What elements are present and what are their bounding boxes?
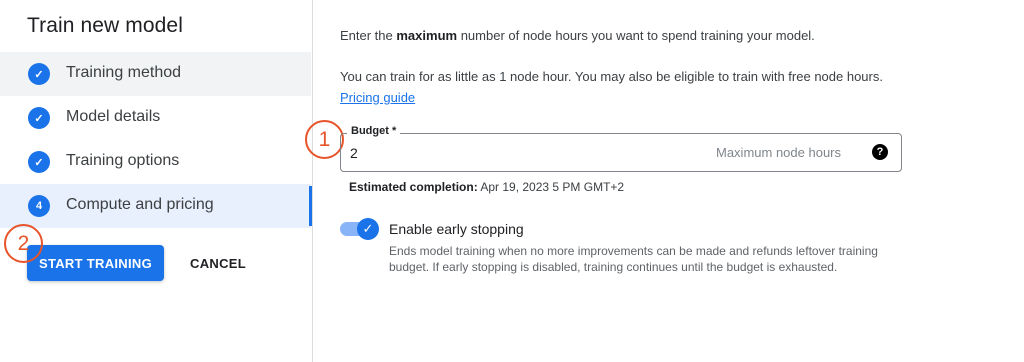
pricing-guide-link[interactable]: Pricing guide [340, 90, 415, 105]
free-hours-text: You can train for as little as 1 node ho… [340, 66, 900, 108]
start-training-button[interactable]: START TRAINING [27, 245, 164, 281]
page-title: Train new model [27, 14, 183, 37]
check-icon: ✓ [28, 107, 50, 129]
estimated-completion: Estimated completion: Apr 19, 2023 5 PM … [349, 180, 624, 194]
check-icon: ✓ [28, 151, 50, 173]
wizard-sidebar: Train new model ✓ Training method ✓ Mode… [0, 0, 313, 362]
step-label: Training method [66, 64, 182, 81]
intro-text: Enter the maximum number of node hours y… [340, 28, 815, 43]
step-label: Training options [66, 152, 180, 169]
early-stopping-title: Enable early stopping [389, 221, 524, 237]
budget-value[interactable]: 2 [350, 145, 358, 161]
intro-text-end: number of node hours you want to spend t… [457, 28, 815, 43]
step-training-method[interactable]: ✓ Training method [0, 52, 311, 96]
annotation-marker-2: 2 [4, 224, 43, 263]
check-icon: ✓ [357, 218, 379, 240]
early-stopping-toggle[interactable]: ✓ [340, 218, 380, 240]
estimated-completion-label: Estimated completion: [349, 180, 478, 194]
early-stopping-description: Ends model training when no more improve… [389, 244, 878, 274]
annotation-marker-1: 1 [305, 120, 344, 159]
free-hours-sentence: You can train for as little as 1 node ho… [340, 69, 883, 84]
step-label: Compute and pricing [66, 196, 214, 213]
step-compute-and-pricing[interactable]: 4 Compute and pricing [0, 184, 311, 228]
step-label: Model details [66, 108, 161, 125]
active-step-indicator [309, 186, 312, 226]
budget-hint: Maximum node hours [716, 145, 841, 160]
cancel-button[interactable]: CANCEL [178, 245, 258, 281]
intro-text-bold: maximum [396, 28, 458, 43]
intro-text-start: Enter the [340, 28, 397, 43]
step-number-badge: 4 [28, 195, 50, 217]
step-model-details[interactable]: ✓ Model details [0, 96, 311, 140]
help-icon[interactable]: ? [872, 144, 888, 160]
estimated-completion-value: Apr 19, 2023 5 PM GMT+2 [480, 180, 625, 194]
step-training-options[interactable]: ✓ Training options [0, 140, 311, 184]
check-icon: ✓ [28, 63, 50, 85]
budget-label: Budget * [347, 125, 401, 137]
